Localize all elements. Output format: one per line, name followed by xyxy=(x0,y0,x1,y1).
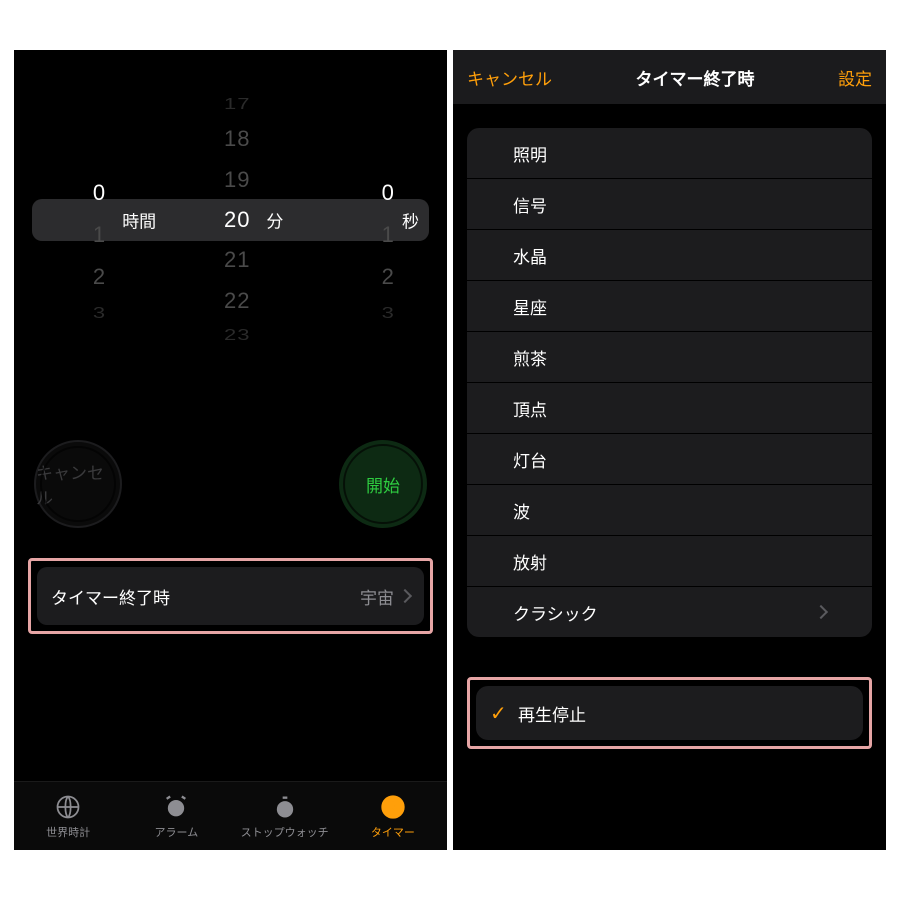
sound-option[interactable]: 放射 xyxy=(467,535,872,586)
highlight-annotation: タイマー終了時 宇宙 xyxy=(28,558,433,634)
alarm-icon xyxy=(162,793,190,821)
stopwatch-icon xyxy=(271,793,299,821)
sound-option-classic[interactable]: クラシック xyxy=(467,586,872,637)
sound-option[interactable]: 照明 xyxy=(467,128,872,178)
chevron-right-icon xyxy=(816,602,826,622)
seconds-unit: 秒 xyxy=(402,208,419,233)
tab-stopwatch[interactable]: ストップウォッチ xyxy=(231,782,339,850)
sound-option[interactable]: 灯台 xyxy=(467,433,872,484)
minutes-unit: 分 xyxy=(266,208,283,233)
seconds-wheel[interactable]: 0 1 2 3 xyxy=(303,90,447,350)
sound-option[interactable]: 波 xyxy=(467,484,872,535)
checkmark-icon: ✓ xyxy=(490,701,518,726)
when-timer-ends-row[interactable]: タイマー終了時 宇宙 xyxy=(37,567,424,625)
nav-bar: キャンセル タイマー終了時 設定 xyxy=(453,50,886,104)
sound-option[interactable]: 頂点 xyxy=(467,382,872,433)
stop-playing-option[interactable]: ✓ 再生停止 xyxy=(476,686,863,740)
chevron-right-icon xyxy=(400,586,410,606)
sound-option[interactable]: 水晶 xyxy=(467,229,872,280)
start-button[interactable]: 開始 xyxy=(339,440,427,528)
timer-screen: 0 1 2 3 17 18 19 20 21 22 23 0 1 2 xyxy=(14,50,447,850)
tab-bar: 世界時計 アラーム ストップウォッチ タイマー xyxy=(14,781,447,850)
globe-icon xyxy=(54,793,82,821)
sound-option[interactable]: 信号 xyxy=(467,178,872,229)
sound-picker-screen: キャンセル タイマー終了時 設定 照明 信号 水晶 星座 煎茶 頂点 灯台 波 … xyxy=(453,50,886,850)
tab-timer[interactable]: タイマー xyxy=(339,782,447,850)
set-button[interactable]: 設定 xyxy=(838,65,872,90)
cancel-button[interactable]: キャンセル xyxy=(34,440,122,528)
hours-unit: 時間 xyxy=(122,208,156,233)
timer-sound-value: 宇宙 xyxy=(360,584,394,609)
tab-world-clock[interactable]: 世界時計 xyxy=(14,782,122,850)
timer-icon xyxy=(379,793,407,821)
sound-list[interactable]: 照明 信号 水晶 星座 煎茶 頂点 灯台 波 放射 クラシック ✓ 再生停止 xyxy=(453,104,886,850)
time-picker[interactable]: 0 1 2 3 17 18 19 20 21 22 23 0 1 2 xyxy=(14,90,447,350)
nav-title: タイマー終了時 xyxy=(636,65,755,90)
sound-option[interactable]: 煎茶 xyxy=(467,331,872,382)
highlight-annotation: ✓ 再生停止 xyxy=(467,677,872,749)
cancel-button[interactable]: キャンセル xyxy=(467,65,552,90)
when-timer-ends-label: タイマー終了時 xyxy=(51,584,170,609)
tab-alarm[interactable]: アラーム xyxy=(122,782,230,850)
sound-option[interactable]: 星座 xyxy=(467,280,872,331)
